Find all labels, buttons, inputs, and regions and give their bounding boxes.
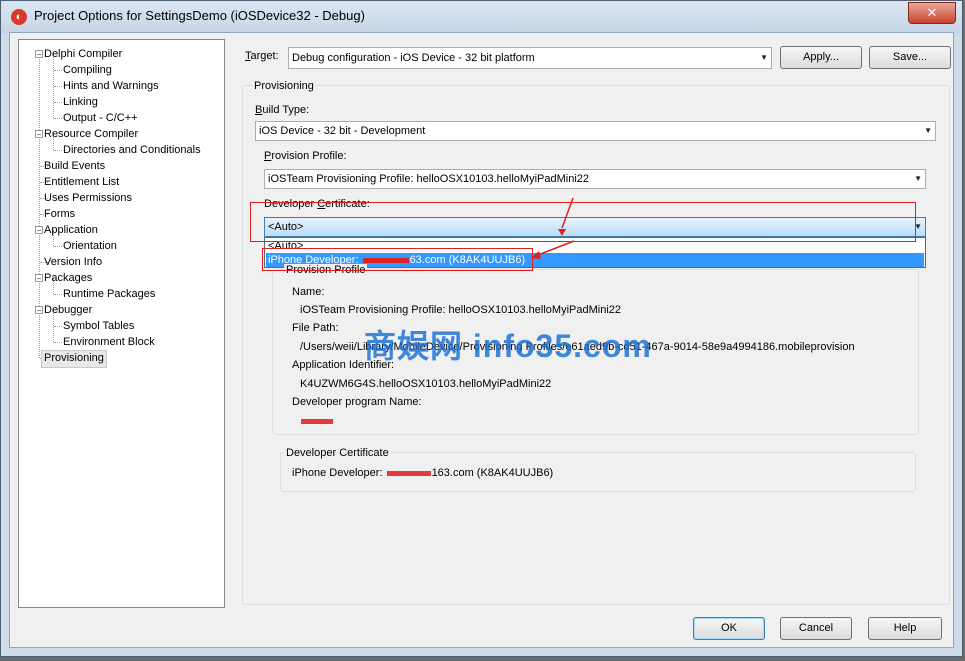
tree-item-entitlement-list[interactable]: Entitlement List bbox=[44, 174, 119, 190]
tree-item-debugger[interactable]: Debugger bbox=[44, 302, 92, 318]
build-type-value: iOS Device - 32 bit - Development bbox=[259, 125, 426, 137]
provision-profile-label: Provision Profile: bbox=[264, 150, 347, 162]
provision-profile-value: iOSTeam Provisioning Profile: helloOSX10… bbox=[268, 173, 589, 185]
tree-item-provisioning[interactable]: Provisioning bbox=[41, 350, 107, 368]
tree-item-resource-compiler[interactable]: Resource Compiler bbox=[44, 126, 138, 142]
window-title: Project Options for SettingsDemo (iOSDev… bbox=[34, 8, 365, 23]
annotation-box-option bbox=[262, 248, 533, 271]
tree-line bbox=[54, 326, 62, 327]
tree-item-version-info[interactable]: Version Info bbox=[44, 254, 102, 270]
app-icon: ◐ bbox=[11, 9, 27, 25]
title-bar[interactable]: ◐ Project Options for SettingsDemo (iOSD… bbox=[1, 1, 962, 33]
redaction-mark bbox=[386, 470, 431, 476]
cancel-button[interactable]: Cancel bbox=[780, 617, 852, 640]
tree-line bbox=[54, 342, 62, 343]
tree-item-build-events[interactable]: Build Events bbox=[44, 158, 105, 174]
tree-line bbox=[54, 70, 62, 71]
expand-icon[interactable]: − bbox=[35, 130, 43, 139]
certificate-prefix: iPhone Developer: bbox=[292, 467, 386, 479]
tree-line bbox=[54, 150, 62, 151]
target-select-value: Debug configuration - iOS Device - 32 bi… bbox=[292, 52, 535, 64]
certificate-suffix: 163.com (K8AK4UUJB6) bbox=[431, 467, 554, 479]
dialog-client: − − − − − Delphi Compiler Compiling Hint… bbox=[9, 32, 954, 648]
profile-program-label: Developer program Name: bbox=[292, 396, 422, 408]
apply-button[interactable]: Apply... bbox=[780, 46, 862, 69]
watermark-text: 商娱网 info35.com bbox=[364, 328, 652, 364]
profile-app-id-value: K4UZWM6G4S.helloOSX10103.helloMyiPadMini… bbox=[300, 378, 552, 390]
project-options-window: ◐ Project Options for SettingsDemo (iOSD… bbox=[0, 0, 963, 657]
certificate-details-title: Developer Certificate bbox=[284, 447, 391, 459]
tree-item-uses-permissions[interactable]: Uses Permissions bbox=[44, 190, 132, 206]
profile-name-value: iOSTeam Provisioning Profile: helloOSX10… bbox=[300, 304, 621, 316]
ok-button[interactable]: OK bbox=[693, 617, 765, 640]
tree-item-application[interactable]: Application bbox=[44, 222, 98, 238]
expand-icon[interactable]: − bbox=[35, 306, 43, 315]
dropdown-arrow-icon: ▼ bbox=[924, 126, 932, 135]
tree-item-forms[interactable]: Forms bbox=[44, 206, 75, 222]
dropdown-arrow-icon: ▼ bbox=[760, 53, 768, 62]
tree-item-hints-and-warnings[interactable]: Hints and Warnings bbox=[63, 78, 159, 94]
certificate-details-value: iPhone Developer: 163.com (K8AK4UUJB6) bbox=[292, 467, 553, 479]
tree-item-delphi-compiler[interactable]: Delphi Compiler bbox=[44, 46, 122, 62]
build-type-label-text: uild Type: bbox=[262, 104, 310, 116]
dropdown-arrow-icon: ▼ bbox=[914, 174, 922, 183]
build-type-label: Build Type: bbox=[255, 104, 309, 116]
tree-line bbox=[54, 294, 62, 295]
tree-item-packages[interactable]: Packages bbox=[44, 270, 92, 286]
provision-profile-select[interactable]: iOSTeam Provisioning Profile: helloOSX10… bbox=[264, 169, 926, 189]
tree-item-orientation[interactable]: Orientation bbox=[63, 238, 117, 254]
redaction-mark bbox=[301, 419, 333, 424]
expand-icon[interactable]: − bbox=[35, 50, 43, 59]
save-button[interactable]: Save... bbox=[869, 46, 951, 69]
expand-icon[interactable]: − bbox=[35, 274, 43, 283]
target-label: Target: bbox=[245, 50, 279, 62]
tree-item-directories-and-conditionals[interactable]: Directories and Conditionals bbox=[63, 142, 201, 158]
profile-name-label: Name: bbox=[292, 286, 325, 298]
target-select[interactable]: Debug configuration - iOS Device - 32 bi… bbox=[288, 47, 772, 69]
tree-line bbox=[54, 86, 62, 87]
options-tree[interactable]: − − − − − Delphi Compiler Compiling Hint… bbox=[18, 39, 225, 608]
tree-item-linking[interactable]: Linking bbox=[63, 94, 98, 110]
provisioning-group-title: Provisioning bbox=[252, 80, 316, 92]
annotation-arrows bbox=[531, 197, 575, 259]
tree-item-output-c-cpp[interactable]: Output - C/C++ bbox=[63, 110, 138, 126]
tree-line bbox=[54, 118, 62, 119]
profile-path-label: File Path: bbox=[292, 322, 339, 334]
tree-item-environment-block[interactable]: Environment Block bbox=[63, 334, 155, 350]
tree-line bbox=[54, 102, 62, 103]
help-button[interactable]: Help bbox=[868, 617, 942, 640]
provision-profile-label-text: rovision Profile: bbox=[271, 150, 347, 162]
build-type-select[interactable]: iOS Device - 32 bit - Development ▼ bbox=[255, 121, 936, 141]
close-icon[interactable]: ✕ bbox=[908, 2, 956, 24]
target-label-text: arget: bbox=[250, 50, 279, 62]
tree-item-compiling[interactable]: Compiling bbox=[63, 62, 112, 78]
tree-item-symbol-tables[interactable]: Symbol Tables bbox=[63, 318, 134, 334]
expand-icon[interactable]: − bbox=[35, 226, 43, 235]
tree-line bbox=[54, 246, 62, 247]
tree-item-runtime-packages[interactable]: Runtime Packages bbox=[63, 286, 155, 302]
